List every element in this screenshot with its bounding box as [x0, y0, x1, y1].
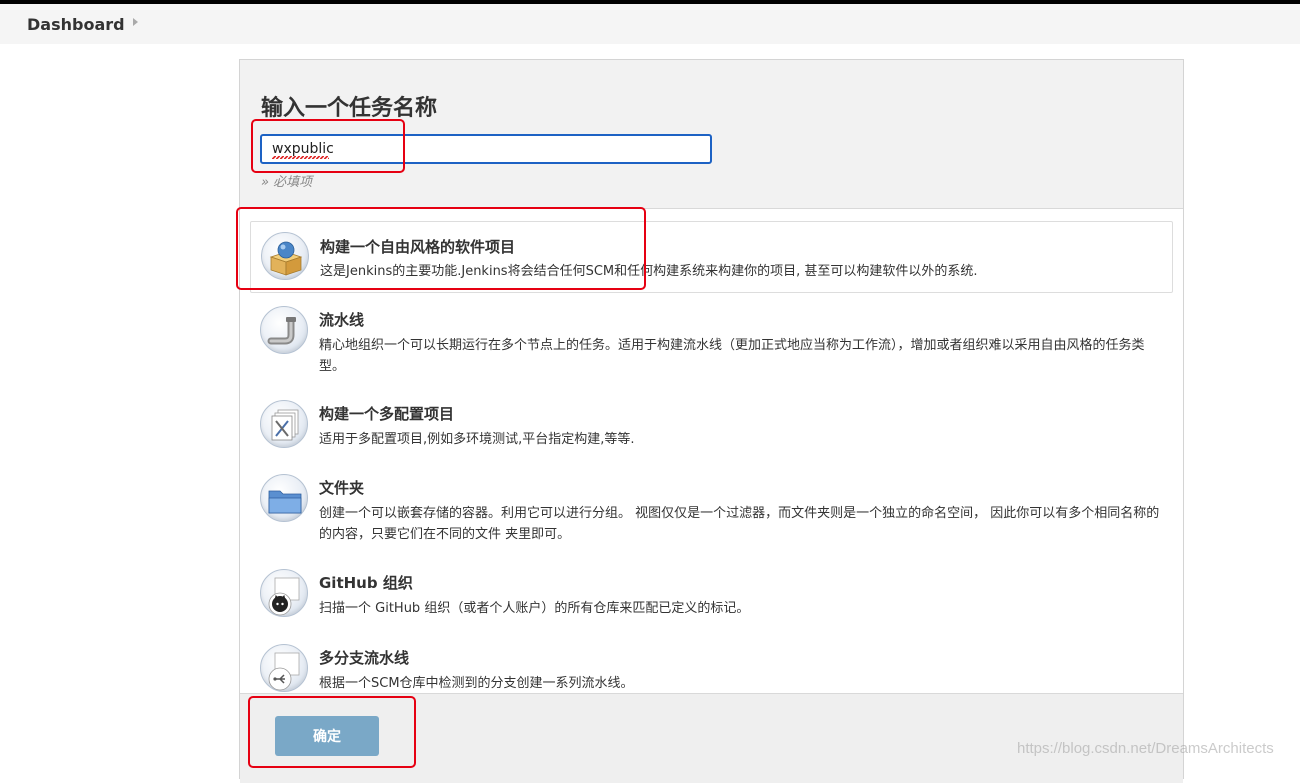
chevron-right-icon[interactable] — [133, 18, 138, 26]
folder-icon — [260, 474, 308, 522]
item-type-github-org[interactable]: GitHub 组织 扫描一个 GitHub 组织（或者个人账户）的所有仓库来匹配… — [250, 563, 1173, 633]
spellcheck-underline — [272, 156, 329, 159]
breadcrumb: Dashboard — [0, 4, 1300, 44]
github-icon — [260, 569, 308, 617]
item-type-multibranch[interactable]: 多分支流水线 根据一个SCM仓库中检测到的分支创建一系列流水线。 — [250, 638, 1173, 693]
multibranch-icon — [260, 644, 308, 692]
multi-config-icon — [260, 400, 308, 448]
item-title: 文件夹 — [319, 479, 365, 497]
item-description: 精心地组织一个可以长期运行在多个节点上的任务。适用于构建流水线（更加正式地应当称… — [319, 338, 1145, 374]
item-type-pipeline[interactable]: 流水线 精心地组织一个可以长期运行在多个节点上的任务。适用于构建流水线（更加正式… — [250, 300, 1173, 388]
item-title: 多分支流水线 — [319, 649, 410, 667]
item-name-section: 输入一个任务名称 » 必填项 — [240, 60, 1183, 209]
item-description: 根据一个SCM仓库中检测到的分支创建一系列流水线。 — [319, 676, 634, 691]
item-description: 扫描一个 GitHub 组织（或者个人账户）的所有仓库来匹配已定义的标记。 — [319, 601, 750, 616]
item-title: 流水线 — [319, 311, 365, 329]
item-name-input[interactable] — [260, 134, 712, 164]
item-type-folder[interactable]: 文件夹 创建一个可以嵌套存储的容器。利用它可以进行分组。 视图仅仅是一个过滤器，… — [250, 468, 1173, 556]
item-title: GitHub 组织 — [319, 574, 413, 592]
watermark: https://blog.csdn.net/DreamsArchitects — [1017, 740, 1274, 757]
item-title: 构建一个自由风格的软件项目 — [320, 238, 516, 256]
page-title: 输入一个任务名称 — [261, 96, 438, 121]
freestyle-box-icon — [261, 232, 309, 280]
ok-button[interactable]: 确定 — [275, 716, 379, 756]
item-type-freestyle[interactable]: 构建一个自由风格的软件项目 这是Jenkins的主要功能.Jenkins将会结合… — [250, 221, 1173, 293]
new-item-panel: 输入一个任务名称 » 必填项 构建一个自由风格的软件项目 这是Jenkins的主… — [239, 59, 1184, 783]
item-description: 这是Jenkins的主要功能.Jenkins将会结合任何SCM和任何构建系统来构… — [320, 264, 978, 279]
form-footer: 确定 — [240, 693, 1183, 783]
item-title: 构建一个多配置项目 — [319, 405, 455, 423]
item-description: 创建一个可以嵌套存储的容器。利用它可以进行分组。 视图仅仅是一个过滤器，而文件夹… — [319, 506, 1160, 542]
item-type-multi-config[interactable]: 构建一个多配置项目 适用于多配置项目,例如多环境测试,平台指定构建,等等. — [250, 394, 1173, 464]
item-description: 适用于多配置项目,例如多环境测试,平台指定构建,等等. — [319, 432, 635, 447]
pipeline-icon — [260, 306, 308, 354]
required-hint: » 必填项 — [261, 175, 313, 190]
breadcrumb-dashboard[interactable]: Dashboard — [27, 15, 125, 34]
